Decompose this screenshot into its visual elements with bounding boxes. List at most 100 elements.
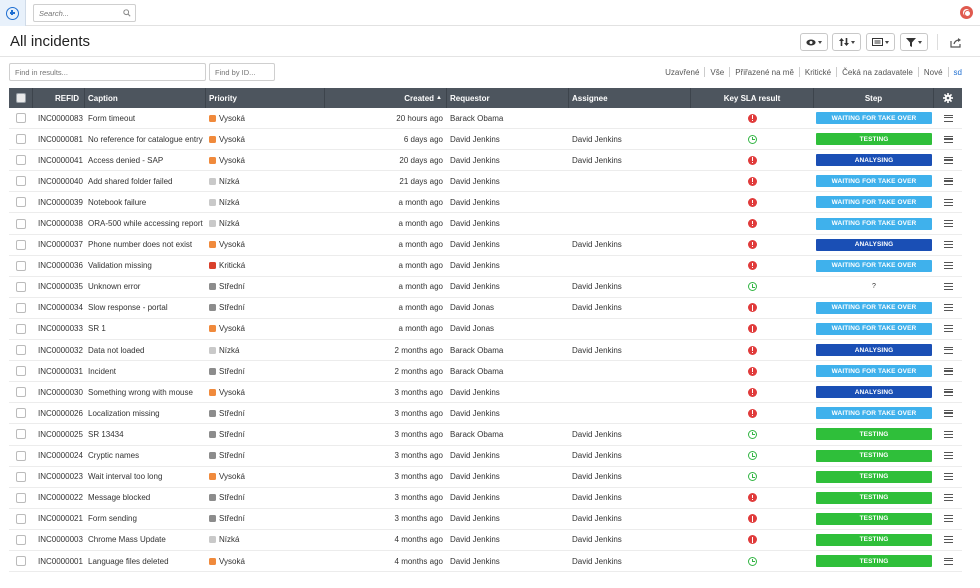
row-checkbox[interactable] [16, 176, 26, 187]
caption-cell[interactable]: Validation missing [85, 256, 206, 276]
row-checkbox[interactable] [16, 513, 26, 524]
caption-cell[interactable]: Wait interval too long [85, 467, 206, 487]
column-header-sla[interactable]: Key SLA result [691, 88, 814, 108]
caption-cell[interactable]: Add shared folder failed [85, 171, 206, 191]
column-header-caption[interactable]: Caption [85, 88, 206, 108]
table-row[interactable]: INC0000031 Incident Střední 2 months ago Bar… [9, 361, 962, 383]
sort-button[interactable] [832, 33, 861, 51]
row-menu-button[interactable] [934, 382, 962, 402]
refid-cell[interactable]: INC0000025 [33, 424, 85, 444]
caption-cell[interactable]: Form sending [85, 509, 206, 529]
view-button[interactable] [800, 33, 828, 51]
row-menu-button[interactable] [934, 530, 962, 550]
table-row[interactable]: INC0000040 Add shared folder failed Nízká 2… [9, 171, 962, 193]
refid-cell[interactable]: INC0000032 [33, 340, 85, 360]
select-all-checkbox[interactable] [15, 93, 26, 103]
caption-cell[interactable]: Notebook failure [85, 192, 206, 212]
row-menu-button[interactable] [934, 446, 962, 466]
row-menu-button[interactable] [934, 319, 962, 339]
caption-cell[interactable]: Localization missing [85, 403, 206, 423]
row-checkbox[interactable] [16, 387, 26, 398]
row-menu-button[interactable] [934, 551, 962, 571]
quick-filter-sd[interactable]: sd [949, 68, 967, 77]
table-row[interactable]: INC0000023 Wait interval too long Vysoká 3 … [9, 466, 962, 488]
row-menu-button[interactable] [934, 256, 962, 276]
table-row[interactable]: INC0000035 Unknown error Střední a month ag… [9, 276, 962, 298]
caption-cell[interactable]: Chrome Mass Update [85, 530, 206, 550]
row-checkbox[interactable] [16, 556, 26, 567]
row-checkbox[interactable] [16, 471, 26, 482]
row-checkbox[interactable] [16, 345, 26, 356]
row-checkbox[interactable] [16, 450, 26, 461]
row-checkbox[interactable] [16, 134, 26, 145]
refid-cell[interactable]: INC0000023 [33, 467, 85, 487]
caption-cell[interactable]: Language files deleted [85, 551, 206, 571]
table-row[interactable]: INC0000022 Message blocked Střední 3 months… [9, 487, 962, 509]
row-checkbox[interactable] [16, 155, 26, 166]
caption-cell[interactable]: Unknown error [85, 277, 206, 297]
row-menu-button[interactable] [934, 403, 962, 423]
caption-cell[interactable]: SR 1 [85, 319, 206, 339]
row-menu-button[interactable] [934, 509, 962, 529]
row-menu-button[interactable] [934, 235, 962, 255]
export-button[interactable] [948, 34, 964, 50]
row-checkbox[interactable] [16, 408, 26, 419]
quick-filter-uzavrene[interactable]: Uzavřené [660, 68, 704, 77]
row-menu-button[interactable] [934, 340, 962, 360]
row-menu-button[interactable] [934, 129, 962, 149]
refid-cell[interactable]: INC0000001 [33, 551, 85, 571]
column-header-priority[interactable]: Priority [206, 88, 325, 108]
caption-cell[interactable]: Phone number does not exist [85, 235, 206, 255]
row-menu-button[interactable] [934, 361, 962, 381]
table-row[interactable]: INC0000037 Phone number does not exist Vys… [9, 234, 962, 256]
caption-cell[interactable]: Something wrong with mouse [85, 382, 206, 402]
row-checkbox[interactable] [16, 366, 26, 377]
refid-cell[interactable]: INC0000033 [33, 319, 85, 339]
row-menu-button[interactable] [934, 108, 962, 128]
row-menu-button[interactable] [934, 277, 962, 297]
table-row[interactable]: INC0000083 Form timeout Vysoká 20 hours ago… [9, 108, 962, 130]
search-input[interactable] [34, 5, 114, 21]
row-menu-button[interactable] [934, 488, 962, 508]
table-row[interactable]: INC0000024 Cryptic names Střední 3 months a… [9, 445, 962, 467]
filter-button[interactable] [900, 33, 928, 51]
quick-filter-vse[interactable]: Vše [705, 68, 729, 77]
table-row[interactable]: INC0000025 SR 13434 Střední 3 months ago Bar… [9, 424, 962, 446]
table-row[interactable]: INC0000036 Validation missing Kritická a mo… [9, 255, 962, 277]
refid-cell[interactable]: INC0000041 [33, 150, 85, 170]
refid-cell[interactable]: INC0000035 [33, 277, 85, 297]
table-row[interactable]: INC0000081 No reference for catalogue ent… [9, 129, 962, 151]
table-row[interactable]: INC0000003 Chrome Mass Update Nízká 4 month… [9, 529, 962, 551]
global-search[interactable] [33, 4, 136, 22]
quick-filter-nove[interactable]: Nové [919, 68, 948, 77]
column-header-created[interactable]: Created ▲ [325, 88, 447, 108]
help-lifebuoy-icon[interactable] [960, 6, 973, 19]
row-menu-button[interactable] [934, 424, 962, 444]
column-header-refid[interactable]: REFID [33, 88, 85, 108]
table-row[interactable]: INC0000001 Language files deleted Vysoká 4 … [9, 550, 962, 573]
caption-cell[interactable]: No reference for catalogue entry [85, 129, 206, 149]
row-checkbox[interactable] [16, 534, 26, 545]
row-checkbox[interactable] [16, 218, 26, 229]
row-checkbox[interactable] [16, 197, 26, 208]
refid-cell[interactable]: INC0000039 [33, 192, 85, 212]
row-checkbox[interactable] [16, 323, 26, 334]
refid-cell[interactable]: INC0000037 [33, 235, 85, 255]
column-settings-button[interactable] [934, 88, 962, 108]
find-in-results[interactable] [9, 63, 206, 81]
row-menu-button[interactable] [934, 192, 962, 212]
refid-cell[interactable]: INC0000030 [33, 382, 85, 402]
table-row[interactable]: INC0000041 Access denied - SAP Vysoká 20 da… [9, 150, 962, 172]
table-row[interactable]: INC0000021 Form sending Střední 3 months ag… [9, 508, 962, 530]
caption-cell[interactable]: Data not loaded [85, 340, 206, 360]
find-by-id-input[interactable] [210, 64, 274, 80]
refid-cell[interactable]: INC0000040 [33, 171, 85, 191]
row-checkbox[interactable] [16, 281, 26, 292]
refid-cell[interactable]: INC0000081 [33, 129, 85, 149]
caption-cell[interactable]: SR 13434 [85, 424, 206, 444]
table-row[interactable]: INC0000033 SR 1 Vysoká a month ago David Jon… [9, 318, 962, 341]
row-checkbox[interactable] [16, 429, 26, 440]
find-in-results-input[interactable] [10, 64, 205, 80]
refid-cell[interactable]: INC0000024 [33, 446, 85, 466]
quick-filter-prirazene[interactable]: Přiřazené na mě [730, 68, 799, 77]
